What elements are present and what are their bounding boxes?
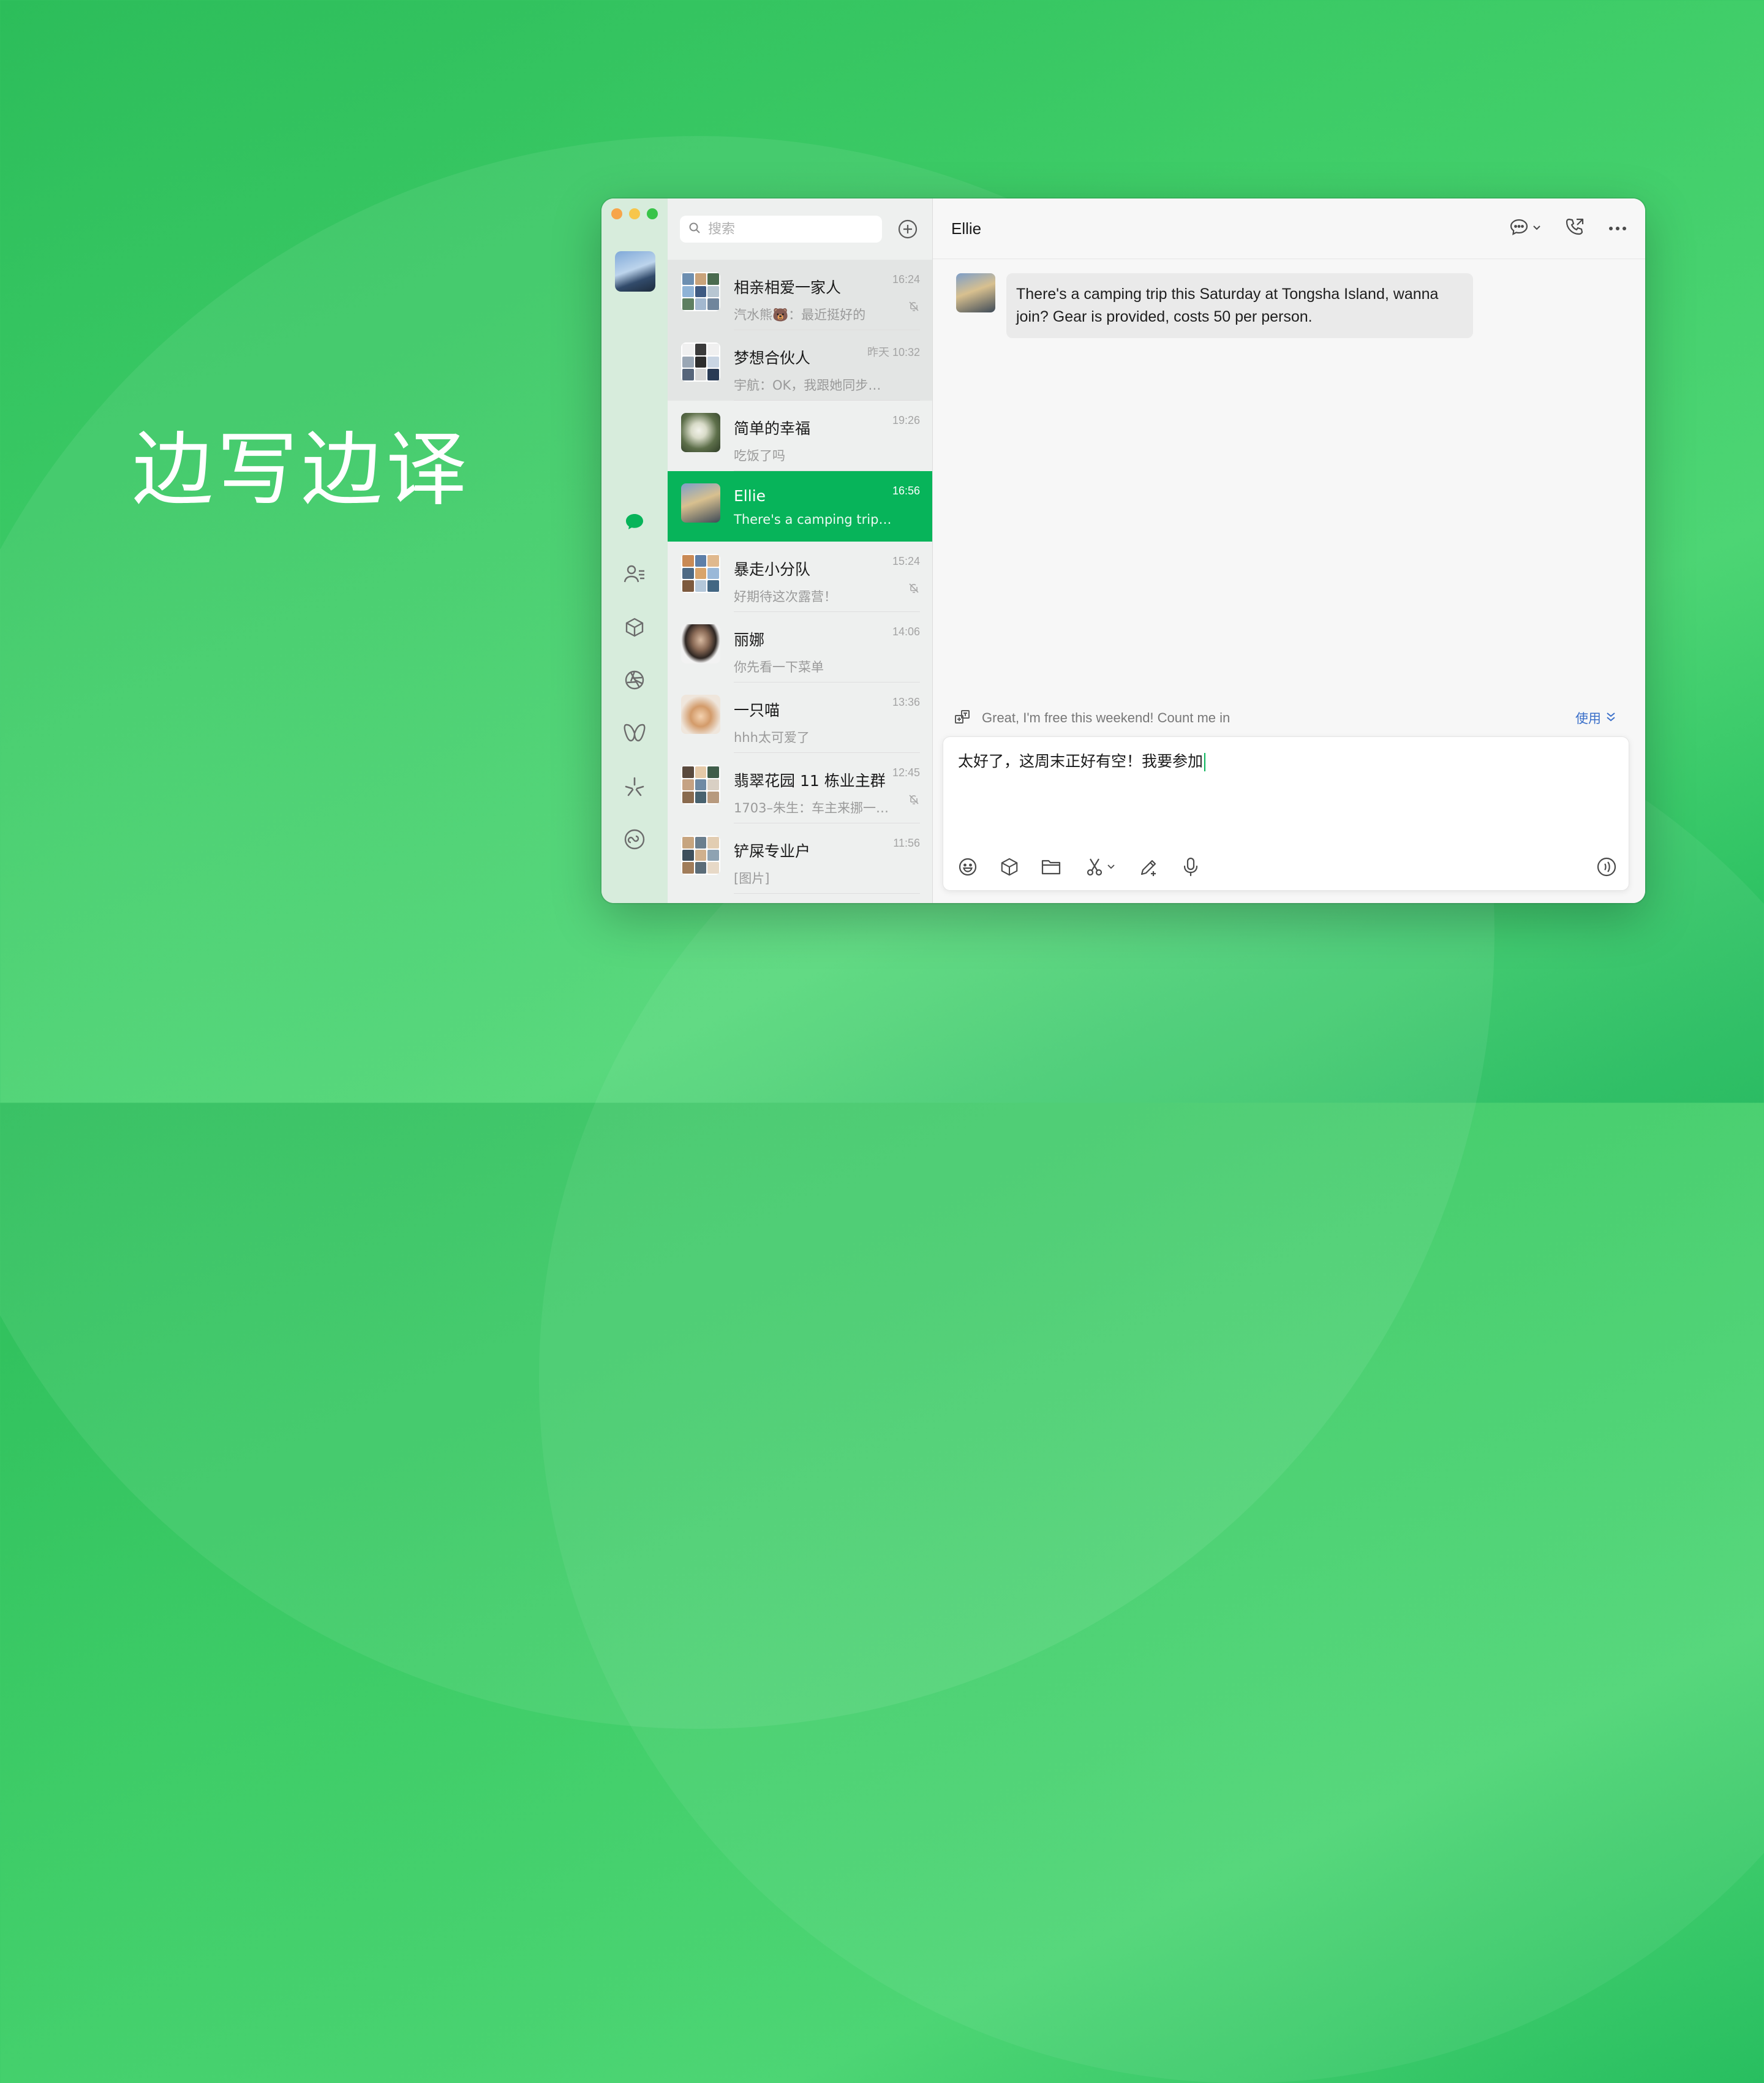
voice-message-button[interactable] bbox=[1596, 856, 1618, 878]
add-button[interactable] bbox=[897, 218, 919, 240]
conversation-title: Ellie bbox=[951, 219, 982, 238]
search-input[interactable] bbox=[707, 221, 869, 238]
spark-icon[interactable] bbox=[622, 774, 647, 799]
speech-bubble-icon bbox=[1509, 218, 1529, 240]
mini-program-icon[interactable] bbox=[622, 827, 647, 852]
chat-preview: 1703–朱生：车主来挪一下车 bbox=[734, 801, 893, 815]
voice-input-button[interactable] bbox=[1180, 856, 1202, 878]
chat-name: 梦想合伙人 bbox=[734, 349, 811, 367]
sender-avatar[interactable] bbox=[956, 273, 995, 312]
chat-time: 12:45 bbox=[892, 766, 920, 779]
emoji-button[interactable] bbox=[957, 856, 979, 878]
message-composer[interactable]: 太好了，这周末正好有空！我要参加 bbox=[943, 736, 1629, 891]
mute-icon bbox=[908, 793, 920, 809]
contact-avatar bbox=[681, 695, 720, 734]
chat-name: 简单的幸福 bbox=[734, 420, 811, 437]
mute-icon bbox=[908, 300, 920, 316]
group-avatar bbox=[681, 554, 720, 593]
sidebar bbox=[601, 198, 668, 903]
chevron-down-icon bbox=[1532, 223, 1541, 234]
wechat-window: 相亲相爱一家人 汽水熊🐻：最近挺好的 16:24 梦想合伙人 宇航：OK，我跟她… bbox=[601, 198, 1645, 903]
contact-avatar bbox=[681, 483, 720, 523]
call-button[interactable] bbox=[1564, 217, 1585, 241]
chat-time: 昨天 10:32 bbox=[867, 346, 920, 358]
group-avatar bbox=[681, 836, 720, 875]
conversation-pane: Ellie There's a camping trip this Saturd… bbox=[933, 198, 1645, 903]
mute-icon bbox=[908, 582, 920, 597]
chat-options-button[interactable] bbox=[1509, 218, 1541, 240]
message-bubble[interactable]: There's a camping trip this Saturday at … bbox=[1006, 273, 1473, 338]
close-window-button[interactable] bbox=[611, 208, 622, 219]
more-options-button[interactable] bbox=[1608, 223, 1627, 234]
use-label: 使用 bbox=[1575, 711, 1601, 726]
group-avatar bbox=[681, 765, 720, 804]
zoom-window-button[interactable] bbox=[647, 208, 658, 219]
chat-list-panel: 相亲相爱一家人 汽水熊🐻：最近挺好的 16:24 梦想合伙人 宇航：OK，我跟她… bbox=[668, 198, 933, 903]
chat-time: 16:24 bbox=[892, 273, 920, 285]
chat-time: 16:56 bbox=[892, 485, 920, 497]
message-row: There's a camping trip this Saturday at … bbox=[956, 273, 1473, 338]
cube-icon[interactable] bbox=[622, 615, 647, 640]
contact-avatar bbox=[681, 624, 720, 663]
moments-icon[interactable] bbox=[622, 668, 647, 692]
chat-time: 15:24 bbox=[892, 555, 920, 567]
chat-item[interactable]: 翡翠花园 11 栋业主群 1703–朱生：车主来挪一下车 12:45 bbox=[668, 753, 932, 823]
chat-item[interactable]: 铲屎专业户 [图片] 11:56 bbox=[668, 823, 932, 894]
chat-time: 13:36 bbox=[892, 696, 920, 708]
chat-name: 铲屎专业户 bbox=[734, 842, 811, 860]
chat-item[interactable]: 梦想合伙人 宇航：OK，我跟她同步一下 昨天 10:32 bbox=[668, 330, 932, 401]
translation-suggestion: Great, I'm free this weekend! Count me i… bbox=[954, 706, 1616, 730]
chat-preview: There's a camping trip this Saturday at … bbox=[734, 512, 893, 527]
chat-time: 14:06 bbox=[892, 626, 920, 638]
composer-input[interactable]: 太好了，这周末正好有空！我要参加 bbox=[958, 749, 1206, 771]
chat-name: 翡翠花园 11 栋业主群 bbox=[734, 772, 886, 790]
contact-avatar bbox=[681, 413, 720, 452]
chat-preview: 宇航：OK，我跟她同步一下 bbox=[734, 378, 893, 393]
chat-name: 一只喵 bbox=[734, 701, 780, 719]
chat-preview: 好期待这次露营！ bbox=[734, 589, 837, 604]
chat-item[interactable]: 一只喵 hhh太可爱了 13:36 bbox=[668, 682, 932, 753]
chat-preview: [图片] bbox=[734, 871, 770, 886]
search-icon bbox=[688, 222, 701, 237]
screenshot-button[interactable] bbox=[1082, 856, 1118, 878]
group-avatar bbox=[681, 272, 720, 311]
file-button[interactable] bbox=[1040, 856, 1062, 878]
translation-text: Great, I'm free this weekend! Count me i… bbox=[982, 710, 1231, 725]
channels-icon[interactable] bbox=[622, 720, 647, 745]
chat-item[interactable]: 暴走小分队 好期待这次露营！ 15:24 bbox=[668, 542, 932, 612]
headline: 边写边译 bbox=[132, 423, 470, 517]
chat-name: 相亲相爱一家人 bbox=[734, 279, 842, 297]
chat-preview: 吃饭了吗 bbox=[734, 448, 785, 463]
search-box[interactable] bbox=[680, 216, 882, 243]
use-translation-button[interactable]: 使用 bbox=[1575, 709, 1616, 727]
ai-write-button[interactable] bbox=[1138, 856, 1160, 878]
user-avatar[interactable] bbox=[615, 251, 655, 292]
contacts-icon[interactable] bbox=[622, 561, 647, 586]
chat-time: 19:26 bbox=[892, 414, 920, 426]
chat-name: Ellie bbox=[734, 487, 766, 505]
translate-icon bbox=[954, 708, 971, 728]
favorites-button[interactable] bbox=[998, 856, 1020, 878]
chat-time: 11:56 bbox=[893, 837, 920, 849]
text-caret bbox=[1204, 753, 1206, 771]
chat-item-selected[interactable]: Ellie There's a camping trip this Saturd… bbox=[668, 471, 932, 542]
double-chevron-down-icon bbox=[1606, 711, 1616, 725]
chat-preview: 你先看一下菜单 bbox=[734, 660, 824, 675]
chat-item[interactable]: 丽娜 你先看一下菜单 14:06 bbox=[668, 612, 932, 682]
window-controls bbox=[611, 208, 658, 219]
group-avatar bbox=[681, 342, 720, 382]
chat-item[interactable]: 相亲相爱一家人 汽水熊🐻：最近挺好的 16:24 bbox=[668, 260, 932, 330]
minimize-window-button[interactable] bbox=[629, 208, 640, 219]
chat-name: 暴走小分队 bbox=[734, 561, 811, 578]
chat-preview: 汽水熊🐻：最近挺好的 bbox=[734, 308, 866, 322]
chat-item[interactable]: 简单的幸福 吃饭了吗 19:26 bbox=[668, 401, 932, 471]
chat-name: 丽娜 bbox=[734, 631, 765, 649]
chat-icon[interactable] bbox=[622, 510, 647, 534]
chat-preview: hhh太可爱了 bbox=[734, 730, 810, 745]
